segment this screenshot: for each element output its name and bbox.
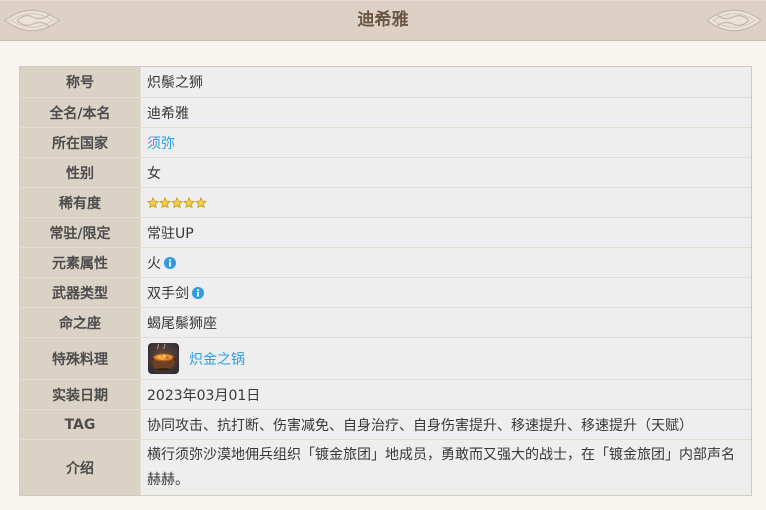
full-name-value: 迪希雅 xyxy=(141,98,751,127)
availability-label: 常驻/限定 xyxy=(20,218,141,247)
dish-pot-icon[interactable] xyxy=(148,343,179,374)
row-availability: 常驻/限定 常驻UP xyxy=(20,217,751,247)
tags-label: TAG xyxy=(20,410,141,439)
row-full-name: 全名/本名 迪希雅 xyxy=(20,97,751,127)
full-name-label: 全名/本名 xyxy=(20,98,141,127)
rarity-label: 稀有度 xyxy=(20,188,141,217)
epithet-value: 炽鬃之狮 xyxy=(141,67,751,97)
intro-text: 横行须弥沙漠地佣兵组织「镀金旅团」地成员，勇敢而又强大的战士，在「镀金旅团」内部… xyxy=(147,446,735,488)
info-icon[interactable] xyxy=(192,286,204,299)
weapon-label: 武器类型 xyxy=(20,278,141,307)
rarity-star-icon xyxy=(147,196,159,208)
rarity-star-icon xyxy=(183,196,195,208)
release-date-value: 2023年03月01日 xyxy=(141,380,751,409)
gender-value: 女 xyxy=(141,158,751,187)
row-epithet: 称号 炽鬃之狮 xyxy=(20,67,751,97)
nation-link[interactable]: 须弥 xyxy=(147,133,175,153)
character-name-banner: 迪希雅 xyxy=(0,0,766,41)
row-gender: 性别 女 xyxy=(20,157,751,187)
row-constellation: 命之座 蝎尾鬃狮座 xyxy=(20,307,751,337)
weapon-value: 双手剑 xyxy=(141,278,751,307)
rarity-star-icon xyxy=(159,196,171,208)
rarity-stars xyxy=(147,196,207,209)
gender-label: 性别 xyxy=(20,158,141,187)
intro-value: 横行须弥沙漠地佣兵组织「镀金旅团」地成员，勇敢而又强大的战士，在「镀金旅团」内部… xyxy=(141,440,751,495)
nation-label: 所在国家 xyxy=(20,128,141,157)
availability-value: 常驻UP xyxy=(141,218,751,247)
row-element: 元素属性 火 xyxy=(20,247,751,277)
row-release-date: 实装日期 2023年03月01日 xyxy=(20,379,751,409)
row-special-dish: 特殊料理 炽金之锅 xyxy=(20,337,751,379)
special-dish-label: 特殊料理 xyxy=(20,338,141,379)
row-rarity: 稀有度 xyxy=(20,187,751,217)
tags-value: 协同攻击、抗打断、伤害减免、自身治疗、自身伤害提升、移速提升、移速提升（天赋） xyxy=(141,410,751,439)
weapon-text: 双手剑 xyxy=(147,285,189,302)
epithet-label: 称号 xyxy=(20,67,141,97)
nation-value: 须弥 xyxy=(141,128,751,157)
rarity-star-icon xyxy=(195,196,207,208)
release-date-label: 实装日期 xyxy=(20,380,141,409)
constellation-label: 命之座 xyxy=(20,308,141,337)
element-text: 火 xyxy=(147,255,161,272)
right-ornament xyxy=(706,9,762,32)
info-icon[interactable] xyxy=(164,256,176,269)
element-value: 火 xyxy=(141,248,751,277)
special-dish-value: 炽金之锅 xyxy=(141,338,751,379)
character-name-title: 迪希雅 xyxy=(357,10,409,30)
intro-label: 介绍 xyxy=(20,440,141,495)
row-weapon: 武器类型 双手剑 xyxy=(20,277,751,307)
row-tags: TAG 协同攻击、抗打断、伤害减免、自身治疗、自身伤害提升、移速提升、移速提升（… xyxy=(20,409,751,439)
character-info-table: 称号 炽鬃之狮 全名/本名 迪希雅 所在国家 须弥 性别 女 稀有度 常驻/限定… xyxy=(19,66,752,496)
row-nation: 所在国家 须弥 xyxy=(20,127,751,157)
row-intro: 介绍 横行须弥沙漠地佣兵组织「镀金旅团」地成员，勇敢而又强大的战士，在「镀金旅团… xyxy=(20,439,751,495)
special-dish-link[interactable]: 炽金之锅 xyxy=(189,349,245,369)
rarity-value xyxy=(141,188,751,217)
rarity-star-icon xyxy=(171,196,183,208)
constellation-value: 蝎尾鬃狮座 xyxy=(141,308,751,337)
element-label: 元素属性 xyxy=(20,248,141,277)
